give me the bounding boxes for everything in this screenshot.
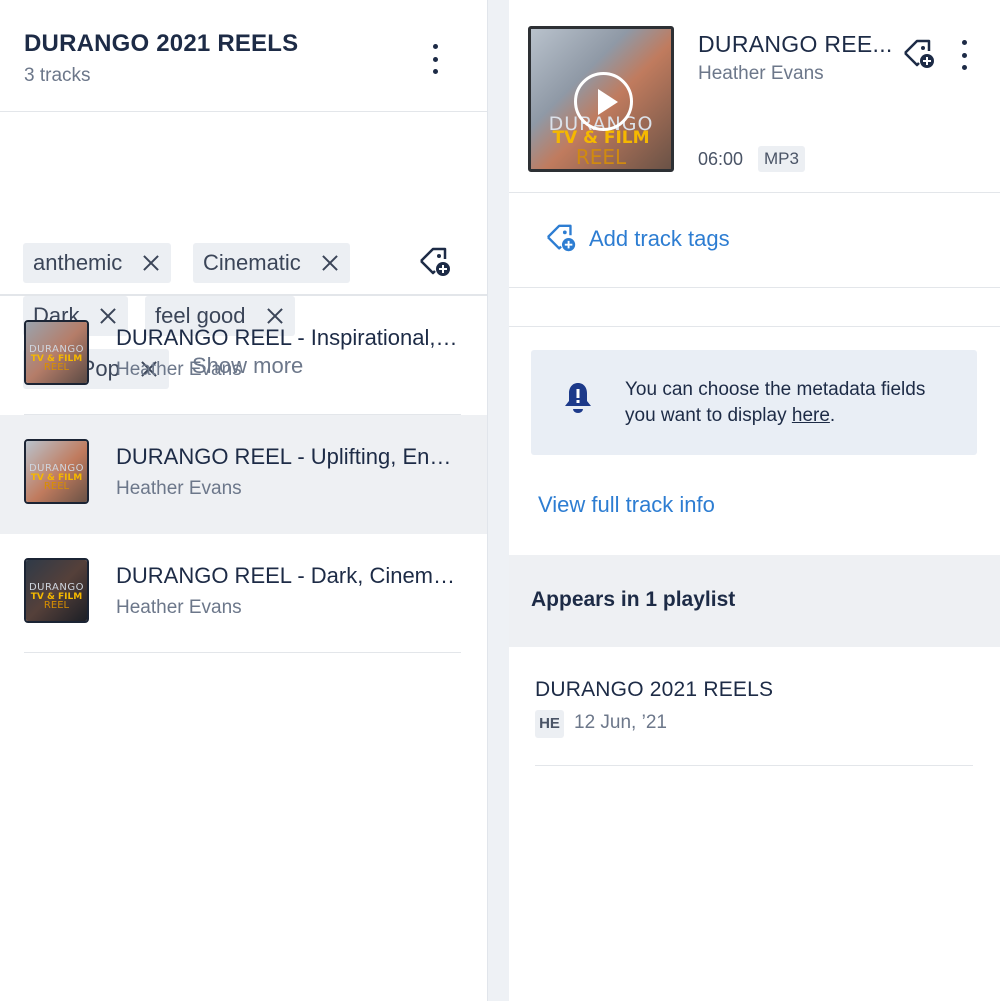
track-title: DURANGO REEL - Dark, Cinematic bbox=[116, 563, 462, 588]
tag-label: Cinematic bbox=[203, 250, 301, 275]
divider bbox=[24, 652, 461, 653]
divider bbox=[509, 326, 1000, 327]
track-detail-header: DURANGO TV & FILM REEL DURANGO REE... He… bbox=[509, 0, 1000, 193]
playlist-item-title: DURANGO 2021 REELS bbox=[535, 678, 774, 701]
close-icon[interactable] bbox=[321, 254, 339, 272]
playlist-tags: anthemic Cinematic Dark feel good Folk/P… bbox=[0, 112, 487, 389]
appears-in-heading: Appears in 1 playlist bbox=[531, 588, 736, 611]
track-title: DURANGO REEL - Uplifting, Energetic bbox=[116, 444, 462, 469]
format-badge: MP3 bbox=[758, 146, 805, 172]
track-duration: 06:00 bbox=[698, 149, 744, 169]
tag-add-icon[interactable] bbox=[902, 38, 938, 72]
playlist-header: DURANGO 2021 REELS 3 tracks bbox=[0, 0, 487, 112]
playlist-list-item[interactable]: DURANGO 2021 REELS HE 12 Jun, ’21 bbox=[535, 648, 973, 766]
track-detail-title: DURANGO REE... bbox=[698, 31, 893, 57]
notice-text: You can choose the metadata fields you w… bbox=[625, 379, 926, 426]
track-artwork: DURANGO TV & FILM REEL bbox=[24, 320, 89, 385]
playlist-more-icon[interactable] bbox=[430, 44, 440, 74]
playlist-pane: DURANGO 2021 REELS 3 tracks anthemic Cin… bbox=[0, 0, 488, 1001]
playlist-title: DURANGO 2021 REELS bbox=[24, 30, 299, 57]
add-track-tags-label: Add track tags bbox=[589, 226, 730, 251]
track-artist: Heather Evans bbox=[116, 359, 242, 380]
notice-here-link[interactable]: here bbox=[792, 405, 830, 426]
track-row[interactable]: DURANGO TV & FILM REEL DURANGO REEL - In… bbox=[0, 296, 487, 415]
view-full-track-info-link[interactable]: View full track info bbox=[538, 492, 715, 518]
track-row[interactable]: DURANGO TV & FILM REEL DURANGO REEL - Da… bbox=[0, 534, 487, 653]
tag-chip: anthemic bbox=[23, 243, 172, 283]
metadata-notice: You can choose the metadata fields you w… bbox=[531, 350, 977, 455]
play-icon[interactable] bbox=[574, 72, 633, 131]
owner-badge: HE bbox=[535, 710, 564, 738]
track-artist: Heather Evans bbox=[116, 478, 242, 499]
tag-add-icon[interactable] bbox=[418, 246, 454, 280]
playlist-date: 12 Jun, ’21 bbox=[574, 712, 667, 733]
track-artist: Heather Evans bbox=[116, 597, 242, 618]
track-cover-art: DURANGO TV & FILM REEL bbox=[528, 26, 674, 172]
add-track-tags-button[interactable]: Add track tags bbox=[545, 223, 730, 255]
track-title: DURANGO REEL - Inspirational, Anthemic bbox=[116, 325, 462, 350]
track-detail-pane: DURANGO TV & FILM REEL DURANGO REE... He… bbox=[509, 0, 1000, 1001]
track-artwork: DURANGO TV & FILM REEL bbox=[24, 558, 89, 623]
track-row-selected[interactable]: DURANGO TV & FILM REEL DURANGO REEL - Up… bbox=[0, 415, 487, 534]
tag-add-icon bbox=[547, 224, 576, 252]
bell-icon bbox=[565, 383, 591, 413]
track-detail-artist: Heather Evans bbox=[698, 63, 824, 84]
track-count: 3 tracks bbox=[24, 65, 91, 86]
tag-chip: Cinematic bbox=[193, 243, 350, 283]
add-tags-row: Add track tags bbox=[509, 193, 1000, 288]
track-artwork: DURANGO TV & FILM REEL bbox=[24, 439, 89, 504]
tag-label: anthemic bbox=[33, 250, 123, 275]
appears-in-section: Appears in 1 playlist bbox=[509, 555, 1000, 647]
close-icon[interactable] bbox=[142, 254, 160, 272]
track-more-icon[interactable] bbox=[959, 40, 969, 70]
